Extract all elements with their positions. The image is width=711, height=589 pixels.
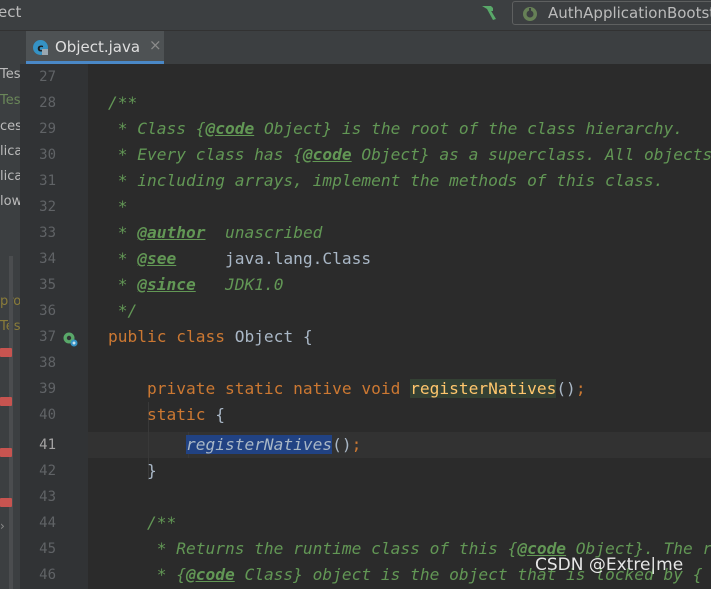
project-panel-strip: Tes Tes ces lica lica low pro Tes › bbox=[0, 31, 20, 589]
java-class-icon: c bbox=[33, 40, 48, 55]
line-number: 45 bbox=[39, 541, 56, 557]
code-line-36: */ bbox=[108, 301, 138, 320]
javadoc-tag: @code bbox=[205, 119, 255, 138]
line-number: 44 bbox=[39, 515, 56, 531]
line-number: 33 bbox=[39, 225, 56, 241]
tab-object-java[interactable]: c Object.java × bbox=[26, 31, 164, 64]
file-type-icon bbox=[0, 348, 12, 357]
code-line-30: * Every class has {@code Object} as a su… bbox=[108, 145, 711, 164]
javadoc-tag: @code bbox=[302, 145, 352, 164]
line-number: 43 bbox=[39, 489, 56, 505]
line-number: 38 bbox=[39, 355, 56, 371]
line-number: 35 bbox=[39, 277, 56, 293]
build-hammer-icon[interactable] bbox=[478, 3, 500, 23]
code-line-41: registerNatives(); bbox=[185, 435, 362, 454]
javadoc-tag: @see bbox=[137, 249, 177, 268]
code-line-34: * @see java.lang.Class bbox=[108, 249, 372, 268]
javadoc-tag: @code bbox=[185, 565, 235, 584]
line-number: 46 bbox=[39, 567, 56, 583]
line-number: 30 bbox=[39, 147, 56, 163]
code-line-40: static { bbox=[146, 405, 225, 424]
project-tree-item[interactable]: low bbox=[0, 194, 20, 209]
project-panel-scrollbar[interactable] bbox=[9, 256, 13, 589]
code-line-37: public class Object { bbox=[108, 327, 313, 346]
line-number: 34 bbox=[39, 251, 56, 267]
project-tree-item[interactable]: Tes bbox=[0, 93, 20, 108]
line-number: 36 bbox=[39, 303, 56, 319]
code-editor[interactable]: /** * Class {@code Object} is the root o… bbox=[88, 64, 711, 589]
file-type-icon bbox=[0, 397, 12, 406]
code-line-32: * bbox=[108, 197, 128, 216]
navigation-bar: ect AuthApplicationBootst bbox=[0, 0, 711, 31]
code-line-44: /** bbox=[108, 513, 177, 532]
line-number: 28 bbox=[39, 95, 56, 111]
file-type-icon bbox=[0, 448, 12, 457]
file-type-icon bbox=[0, 498, 12, 507]
editor-gutter[interactable]: 27 28 29 30 31 32 33 34 35 36 37 38 39 4… bbox=[20, 64, 102, 589]
ide-window: ect AuthApplicationBootst Tes Tes ces li… bbox=[0, 0, 711, 589]
line-number: 29 bbox=[39, 121, 56, 137]
line-number: 27 bbox=[39, 69, 56, 85]
project-tree-item[interactable]: lica bbox=[0, 169, 20, 184]
selected-method-call[interactable]: registerNatives bbox=[185, 435, 333, 454]
line-number: 32 bbox=[39, 199, 56, 215]
code-line-35: * @since JDK1.0 bbox=[108, 275, 284, 294]
code-line-33: * @author unascribed bbox=[108, 223, 323, 242]
line-number: 31 bbox=[39, 173, 56, 189]
project-tree-item[interactable]: Tes bbox=[0, 67, 20, 82]
javadoc-tag: @author bbox=[137, 223, 206, 242]
line-number: 37 bbox=[39, 329, 56, 345]
code-line-39: private static native void registerNativ… bbox=[146, 379, 586, 398]
watermark-text: CSDN @Extre|me bbox=[535, 555, 684, 575]
project-name-fragment[interactable]: ect bbox=[0, 3, 21, 21]
code-line-29: * Class {@code Object} is the root of th… bbox=[108, 119, 684, 138]
project-tree-item[interactable]: ces bbox=[0, 119, 20, 134]
line-number: 39 bbox=[39, 381, 56, 397]
spring-boot-icon bbox=[523, 7, 537, 21]
code-line-31: * including arrays, implement the method… bbox=[108, 171, 664, 190]
code-line-42: } bbox=[108, 461, 157, 480]
code-line-28: /** bbox=[108, 93, 138, 112]
subclasses-gutter-icon[interactable] bbox=[62, 331, 78, 347]
editor-tab-bar: c Object.java × bbox=[20, 31, 711, 65]
javadoc-tag: @since bbox=[137, 275, 196, 294]
project-tree-item[interactable]: lica bbox=[0, 144, 20, 159]
tab-label: Object.java bbox=[55, 38, 141, 56]
line-number: 42 bbox=[39, 463, 56, 479]
chevron-right-icon[interactable]: › bbox=[0, 519, 5, 533]
method-declaration: registerNatives bbox=[410, 379, 557, 398]
line-number-current: 41 bbox=[39, 437, 56, 453]
run-configuration-label: AuthApplicationBootst bbox=[548, 4, 711, 22]
line-number: 40 bbox=[39, 407, 56, 423]
close-icon[interactable]: × bbox=[149, 36, 162, 54]
run-configuration-selector[interactable]: AuthApplicationBootst bbox=[512, 1, 711, 25]
